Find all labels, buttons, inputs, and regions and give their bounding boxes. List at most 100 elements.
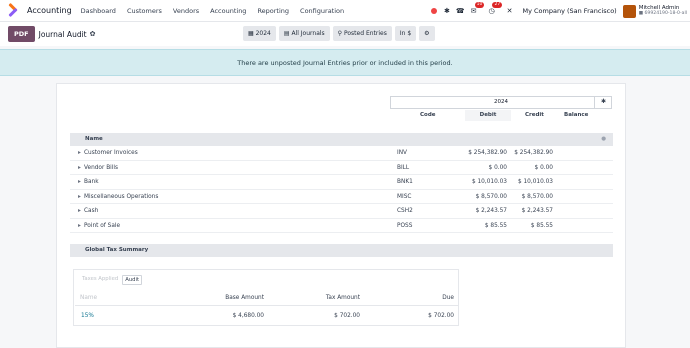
col-debit-header: Debit <box>465 110 511 121</box>
database-name: ■ 69924190-18-0-all <box>638 11 687 16</box>
journal-code: POSS <box>397 222 413 229</box>
chevron-right-icon: ▸ <box>78 164 81 171</box>
tax-amount-value: $ 702.00 <box>334 313 360 319</box>
section-title: Name <box>85 136 103 142</box>
report-filters: ▦ 2024 ▤ All Journals ⚲ Posted Entries I… <box>243 26 438 41</box>
journal-debit: $ 8,570.00 <box>475 193 507 200</box>
column-options-icon[interactable]: ✱ <box>594 96 612 109</box>
top-navbar: Accounting Dashboard Customers Vendors A… <box>0 0 690 22</box>
tax-amount-header: Tax Amount <box>325 295 360 301</box>
sliders-icon[interactable]: ⚙ <box>419 26 435 41</box>
journal-credit: $ 254,382.90 <box>514 150 553 156</box>
journal-debit: $ 10,010.03 <box>471 179 507 185</box>
journal-code: CSH2 <box>397 208 413 214</box>
info-icon[interactable]: ● <box>601 133 606 146</box>
chevron-right-icon: ▸ <box>78 150 81 156</box>
section-title: Global Tax Summary <box>85 247 149 253</box>
apps-icon[interactable] <box>7 2 21 18</box>
tax-rate-link[interactable]: 15% <box>81 313 94 319</box>
filter-currency-button[interactable]: In $ <box>394 26 417 41</box>
recording-indicator-icon[interactable] <box>431 8 437 14</box>
unposted-entries-banner: There are unposted Journal Entries prior… <box>0 49 690 76</box>
menu-dashboard[interactable]: Dashboard <box>81 7 116 15</box>
tab-taxes-applied[interactable]: Taxes Applied <box>80 275 120 285</box>
messages-icon[interactable]: ✉ 10 <box>471 2 485 15</box>
journal-debit: $ 0.00 <box>488 164 507 171</box>
tax-base-value: $ 4,680.00 <box>232 313 264 319</box>
journal-debit: $ 85.55 <box>484 222 507 229</box>
phone-icon[interactable]: ☎ <box>456 7 465 15</box>
journal-name: Vendor Bills <box>84 164 119 171</box>
chevron-right-icon: ▸ <box>78 222 81 229</box>
journal-credit: $ 0.00 <box>534 164 553 171</box>
chevron-right-icon: ▸ <box>78 193 81 200</box>
journal-name: Bank <box>84 179 99 185</box>
breadcrumb: Journal Audit <box>38 29 87 39</box>
tab-audit[interactable]: Audit <box>122 275 143 285</box>
calendar-icon: ▦ <box>248 30 256 37</box>
journals-section-header: Name ● <box>70 133 613 146</box>
col-code-header: Code <box>420 112 436 118</box>
pdf-button[interactable]: PDF <box>8 26 35 42</box>
user-menu[interactable]: Mitchell Admin ■ 69924190-18-0-all <box>639 5 687 18</box>
filter-currency-label: In $ <box>399 30 412 37</box>
table-row[interactable]: ▸ Customer Invoices INV $ 254,382.90 $ 2… <box>70 146 613 161</box>
filter-date-label: 2024 <box>255 30 271 37</box>
menu-reporting[interactable]: Reporting <box>257 7 289 15</box>
avatar[interactable] <box>622 4 636 18</box>
journal-credit: $ 10,010.03 <box>517 179 553 185</box>
journal-credit: $ 2,243.57 <box>521 208 553 214</box>
menu-configuration[interactable]: Configuration <box>300 7 344 15</box>
tax-summary-header: Global Tax Summary <box>70 244 613 257</box>
chevron-right-icon: ▸ <box>78 179 81 185</box>
tax-due-value: $ 702.00 <box>428 313 454 319</box>
journal-credit: $ 85.55 <box>530 222 553 229</box>
table-row[interactable]: ▸ Cash CSH2 $ 2,243.57 $ 2,243.57 <box>70 204 613 219</box>
table-row[interactable]: ▸ Miscellaneous Operations MISC $ 8,570.… <box>70 190 613 204</box>
company-switcher[interactable]: My Company (San Francisco) <box>522 7 616 15</box>
control-panel: PDF Journal Audit ✿ ▦ 2024 ▤ All Journal… <box>0 22 690 46</box>
menu-accounting[interactable]: Accounting <box>210 7 246 15</box>
tax-summary-card: Taxes Applied Audit Name Base Amount Tax… <box>73 269 459 326</box>
journal-code: BNK1 <box>397 179 413 185</box>
filter-journals-label: All Journals <box>291 30 325 37</box>
tax-tabs: Taxes Applied Audit <box>80 275 144 285</box>
messages-badge: 10 <box>474 2 485 8</box>
banner-text[interactable]: There are unposted Journal Entries prior… <box>237 59 452 67</box>
activities-badge: 27 <box>492 2 503 8</box>
tax-base-header: Base Amount <box>225 295 264 301</box>
table-row[interactable]: ▸ Vendor Bills BILL $ 0.00 $ 0.00 <box>70 161 613 175</box>
tax-name-header: Name <box>80 295 98 301</box>
systray: ✱ ☎ ✉ 10 ◷ 27 ✕ My Company (San Francisco)… <box>431 0 690 22</box>
filter-posted-button[interactable]: ⚲ Posted Entries <box>332 26 392 41</box>
journal-code: INV <box>397 150 408 156</box>
gear-icon[interactable]: ✿ <box>90 30 96 38</box>
journal-debit: $ 2,243.57 <box>475 208 507 214</box>
col-balance-header: Balance <box>564 112 589 118</box>
journal-name: Customer Invoices <box>84 150 138 156</box>
chevron-right-icon: ▸ <box>78 208 81 214</box>
journal-code: MISC <box>397 193 412 200</box>
journal-audit-report: 2024 ✱ Code Debit Credit Balance Name ● … <box>56 83 626 348</box>
menu-customers[interactable]: Customers <box>127 7 162 15</box>
filter-journals-button[interactable]: ▤ All Journals <box>278 26 330 41</box>
table-row[interactable]: ▸ Bank BNK1 $ 10,010.03 $ 10,010.03 <box>70 175 613 190</box>
tools-icon[interactable]: ✕ <box>507 7 513 15</box>
journal-name: Point of Sale <box>84 222 121 229</box>
bug-icon[interactable]: ✱ <box>444 7 450 15</box>
period-header: 2024 <box>390 96 612 109</box>
col-credit-header: Credit <box>525 112 544 118</box>
divider <box>75 305 459 306</box>
table-row[interactable]: ▸ Point of Sale POSS $ 85.55 $ 85.55 <box>70 219 613 233</box>
journal-debit: $ 254,382.90 <box>468 150 507 156</box>
filter-posted-label: Posted Entries <box>343 30 387 37</box>
journal-code: BILL <box>397 164 410 171</box>
journal-name: Cash <box>84 208 99 214</box>
app-name[interactable]: Accounting <box>27 6 72 15</box>
filter-date-button[interactable]: ▦ 2024 <box>243 26 276 41</box>
tax-due-header: Due <box>442 295 454 301</box>
journal-credit: $ 8,570.00 <box>521 193 553 200</box>
menu-vendors[interactable]: Vendors <box>173 7 199 15</box>
journal-name: Miscellaneous Operations <box>84 193 159 200</box>
activities-icon[interactable]: ◷ 27 <box>488 2 503 15</box>
